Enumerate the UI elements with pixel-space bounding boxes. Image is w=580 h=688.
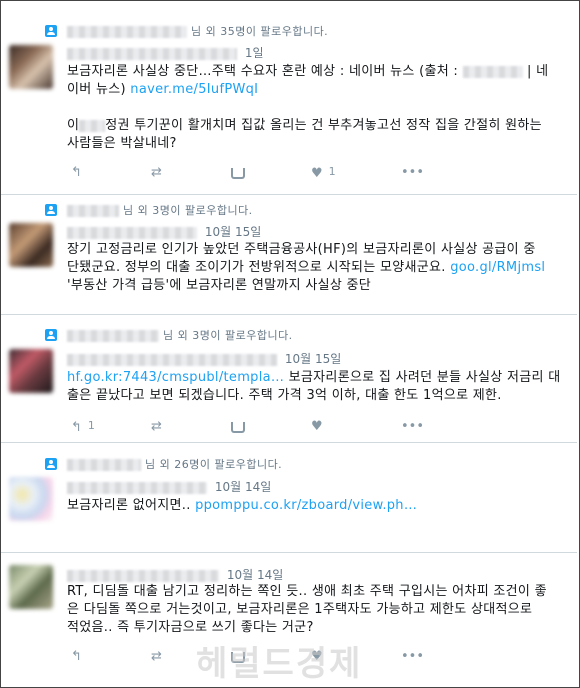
follow-person-icon — [45, 329, 57, 341]
tweet-time[interactable]: 10월 15일 — [205, 225, 261, 239]
tweet-header: 10월 15일 — [67, 350, 341, 367]
follow-person-icon — [45, 204, 57, 216]
follow-person-icon — [45, 25, 57, 37]
tweet-text: hf.go.kr:7443/cmspubl/templa… 보금자리론으로 집 … — [67, 370, 561, 403]
reply-icon[interactable]: ↰ — [71, 165, 82, 180]
redacted-handle[interactable] — [67, 569, 219, 582]
tweet-link[interactable]: goo.gl/RMjmsl — [450, 260, 545, 275]
like-icon: ♥ — [311, 166, 323, 181]
redacted-handle[interactable] — [67, 353, 277, 366]
avatar[interactable] — [9, 349, 53, 393]
tweet-link[interactable]: hf.go.kr:7443/cmspubl/templa… — [67, 370, 284, 385]
more-icon[interactable]: ••• — [401, 419, 424, 434]
watermark: 헤럴드경제 — [196, 644, 363, 684]
follow-context: 님 외 3명이 팔로우합니다. — [67, 202, 253, 218]
tweet-header: 10월 15일 — [67, 223, 261, 240]
tweet-link[interactable]: naver.me/5IufPWqI — [130, 82, 258, 97]
tweet-2[interactable]: 님 외 3명이 팔로우합니다. 10월 15일 장기 고정금리로 인기가 높았던… — [1, 195, 577, 315]
follow-context: 님 외 3명이 팔로우합니다. — [67, 327, 293, 343]
tweet-text: RT, 디딤돌 대출 남기고 정리하는 쪽인 듯.. 생애 최초 주택 구입시는… — [67, 584, 547, 635]
tweet-4[interactable]: 님 외 26명이 팔로우합니다. 10월 14일 보금자리론 없어지면.. pp… — [1, 443, 577, 553]
redacted-name — [67, 205, 119, 217]
redacted-handle[interactable] — [67, 47, 237, 60]
retweet-icon[interactable]: ⇄ — [151, 165, 162, 180]
avatar[interactable] — [9, 45, 53, 89]
follow-context: 님 외 35명이 팔로우합니다. — [67, 23, 328, 39]
reply-icon[interactable]: ↰ — [71, 649, 82, 664]
like-button[interactable]: ♥ 1 — [311, 165, 336, 181]
direct-message-icon[interactable] — [231, 422, 245, 433]
tweet-3[interactable]: 님 외 3명이 팔로우합니다. 10월 15일 hf.go.kr:7443/cm… — [1, 315, 577, 443]
like-icon[interactable]: ♥ — [311, 419, 323, 434]
tweet-time[interactable]: 10월 14일 — [215, 480, 271, 494]
more-icon[interactable]: ••• — [401, 165, 424, 180]
reply-icon: ↰ — [71, 420, 82, 435]
tweet-time[interactable]: 1일 — [245, 46, 264, 60]
follow-context: 님 외 26명이 팔로우합니다. — [67, 456, 282, 472]
tweet-time[interactable]: 10월 14일 — [227, 568, 283, 582]
tweet-1[interactable]: 님 외 35명이 팔로우합니다. 1일 보금자리론 사실상 중단…주택 수요자 … — [1, 1, 577, 195]
tweet-link[interactable]: ppomppu.co.kr/zboard/view.ph… — [195, 498, 417, 513]
avatar[interactable] — [9, 477, 53, 521]
retweet-icon[interactable]: ⇄ — [151, 649, 162, 664]
tweet-time[interactable]: 10월 15일 — [285, 352, 341, 366]
direct-message-icon[interactable] — [231, 168, 245, 179]
more-icon[interactable]: ••• — [401, 649, 424, 664]
redacted-name — [67, 459, 141, 471]
avatar[interactable] — [9, 223, 53, 267]
redacted-name — [67, 26, 187, 38]
tweet-actions: ↰ ⇄ ♥ 1 ••• — [71, 165, 424, 181]
tweet-text: 보금자리론 사실상 중단…주택 수요자 혼란 예상 : 네이버 뉴스 (출처 :… — [67, 64, 549, 151]
redacted-handle[interactable] — [67, 226, 197, 239]
tweet-actions: ↰ 1 ⇄ ♥ ••• — [71, 419, 424, 435]
follow-person-icon — [45, 458, 57, 470]
tweet-text: 보금자리론 없어지면.. ppomppu.co.kr/zboard/view.p… — [67, 498, 418, 513]
tweet-header: 10월 14일 — [67, 566, 283, 583]
reply-count: 1 — [87, 419, 95, 432]
like-count: 1 — [328, 165, 336, 178]
reply-button[interactable]: ↰ 1 — [71, 419, 95, 435]
tweet-header: 1일 — [67, 44, 264, 61]
avatar[interactable] — [9, 565, 53, 609]
tweet-text: 장기 고정금리로 인기가 높았던 주택금융공사(HF)의 보금자리론이 사실상 … — [67, 242, 546, 293]
retweet-icon[interactable]: ⇄ — [151, 419, 162, 434]
redacted-name — [67, 330, 159, 342]
redacted-handle[interactable] — [67, 481, 207, 494]
tweet-header: 10월 14일 — [67, 478, 271, 495]
